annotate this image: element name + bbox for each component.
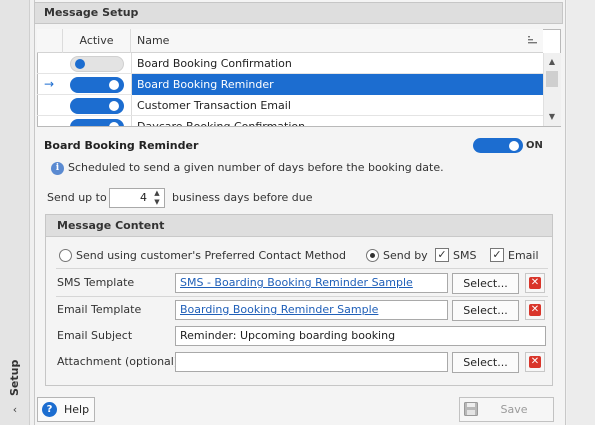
column-header-active[interactable]: Active	[62, 29, 131, 53]
save-button-label[interactable]: Save	[494, 401, 534, 418]
right-margin	[567, 0, 595, 425]
sms-checkbox-label[interactable]: SMS	[453, 248, 476, 264]
sms-checkbox[interactable]: ✓	[435, 248, 449, 262]
scroll-thumb[interactable]	[546, 71, 558, 87]
email-select-button[interactable]: Select...	[452, 300, 519, 321]
setup-side-tab[interactable]: Setup	[3, 360, 27, 396]
attachment-select-button[interactable]: Select...	[452, 352, 519, 373]
row-name: Board Booking Confirmation	[137, 57, 292, 70]
scroll-down-icon[interactable]: ▼	[546, 112, 558, 122]
help-button-label[interactable]: Help	[64, 401, 89, 418]
email-subject-value[interactable]: Reminder: Upcoming boarding booking	[180, 327, 540, 345]
days-suffix-label: business days before due	[172, 191, 313, 204]
schedule-info-text: Scheduled to send a given number of days…	[68, 161, 444, 174]
email-template-label: Email Template	[57, 303, 142, 316]
spin-up-icon[interactable]: ▲	[151, 189, 163, 198]
send-by-radio[interactable]	[366, 249, 379, 262]
divider	[56, 296, 548, 297]
scroll-up-icon[interactable]: ▲	[546, 57, 558, 67]
attachment-value[interactable]	[180, 353, 445, 371]
row-name: Board Booking Reminder	[137, 78, 274, 91]
section-title: Message Setup	[44, 6, 139, 19]
preferred-method-radio[interactable]	[59, 249, 72, 262]
sms-select-button[interactable]: Select...	[452, 273, 519, 294]
row-name: Daycare Booking Confirmation	[137, 116, 305, 126]
delete-icon: ✕	[529, 304, 541, 316]
send-up-to-label: Send up to	[47, 191, 107, 204]
sms-template-label: SMS Template	[57, 276, 135, 289]
sms-clear-button[interactable]: ✕	[525, 273, 545, 293]
preferred-method-label[interactable]: Send using customer's Preferred Contact …	[76, 248, 346, 264]
enabled-toggle[interactable]	[473, 138, 523, 153]
info-icon: i	[51, 162, 64, 175]
detail-title: Board Booking Reminder	[44, 139, 199, 152]
help-icon: ?	[42, 402, 57, 417]
send-by-label[interactable]: Send by	[383, 248, 428, 264]
delete-icon: ✕	[529, 356, 541, 368]
active-toggle[interactable]	[70, 56, 124, 72]
email-clear-button[interactable]: ✕	[525, 300, 545, 320]
column-chooser-icon[interactable]	[528, 35, 538, 45]
floppy-disk-icon	[464, 402, 478, 416]
attachment-clear-button[interactable]: ✕	[525, 352, 545, 372]
delete-icon: ✕	[529, 277, 541, 289]
email-template-link[interactable]: Boarding Booking Reminder Sample	[180, 301, 445, 319]
column-header-name[interactable]: Name	[137, 29, 437, 53]
days-value[interactable]: 4	[111, 190, 147, 206]
active-toggle[interactable]	[70, 119, 124, 126]
email-checkbox-label[interactable]: Email	[508, 248, 539, 264]
row-name: Customer Transaction Email	[137, 99, 291, 112]
spin-down-icon[interactable]: ▼	[151, 198, 163, 207]
attachment-label: Attachment (optional)	[57, 355, 179, 368]
toggle-state-label: ON	[526, 140, 543, 151]
active-toggle[interactable]	[70, 98, 124, 114]
chevron-left-icon[interactable]: ‹	[9, 404, 21, 416]
table-row-clipped[interactable]: Daycare Booking Confirmation	[37, 116, 543, 126]
email-checkbox[interactable]: ✓	[490, 248, 504, 262]
row-indicator-arrow-icon: →	[43, 77, 55, 91]
message-content-title: Message Content	[57, 219, 165, 232]
sms-template-link[interactable]: SMS - Boarding Booking Reminder Sample	[180, 274, 445, 292]
email-subject-label: Email Subject	[57, 329, 133, 342]
divider	[56, 268, 548, 269]
active-toggle[interactable]	[70, 77, 124, 93]
